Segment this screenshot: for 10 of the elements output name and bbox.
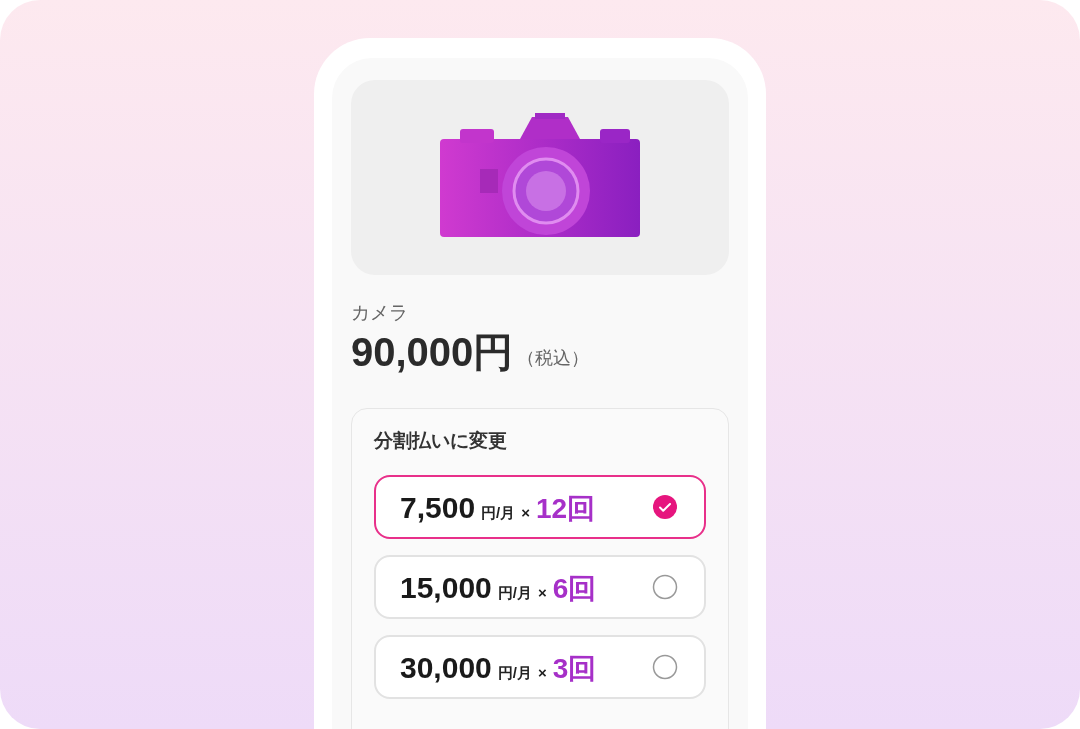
installment-option[interactable]: 7,500 円/月 × 12回 (374, 475, 706, 539)
installment-option[interactable]: 30,000 円/月 × 3回 (374, 635, 706, 699)
product-name: カメラ (351, 301, 409, 325)
tax-note: （税込） (517, 346, 590, 370)
section-title: 分割払いに変更 (374, 428, 508, 453)
installment-option[interactable]: 15,000 円/月 × 6回 (374, 555, 706, 619)
radio-icon (652, 654, 678, 680)
check-icon (652, 494, 678, 520)
product-price: 90,000円 (351, 331, 514, 372)
radio-icon (652, 574, 678, 600)
